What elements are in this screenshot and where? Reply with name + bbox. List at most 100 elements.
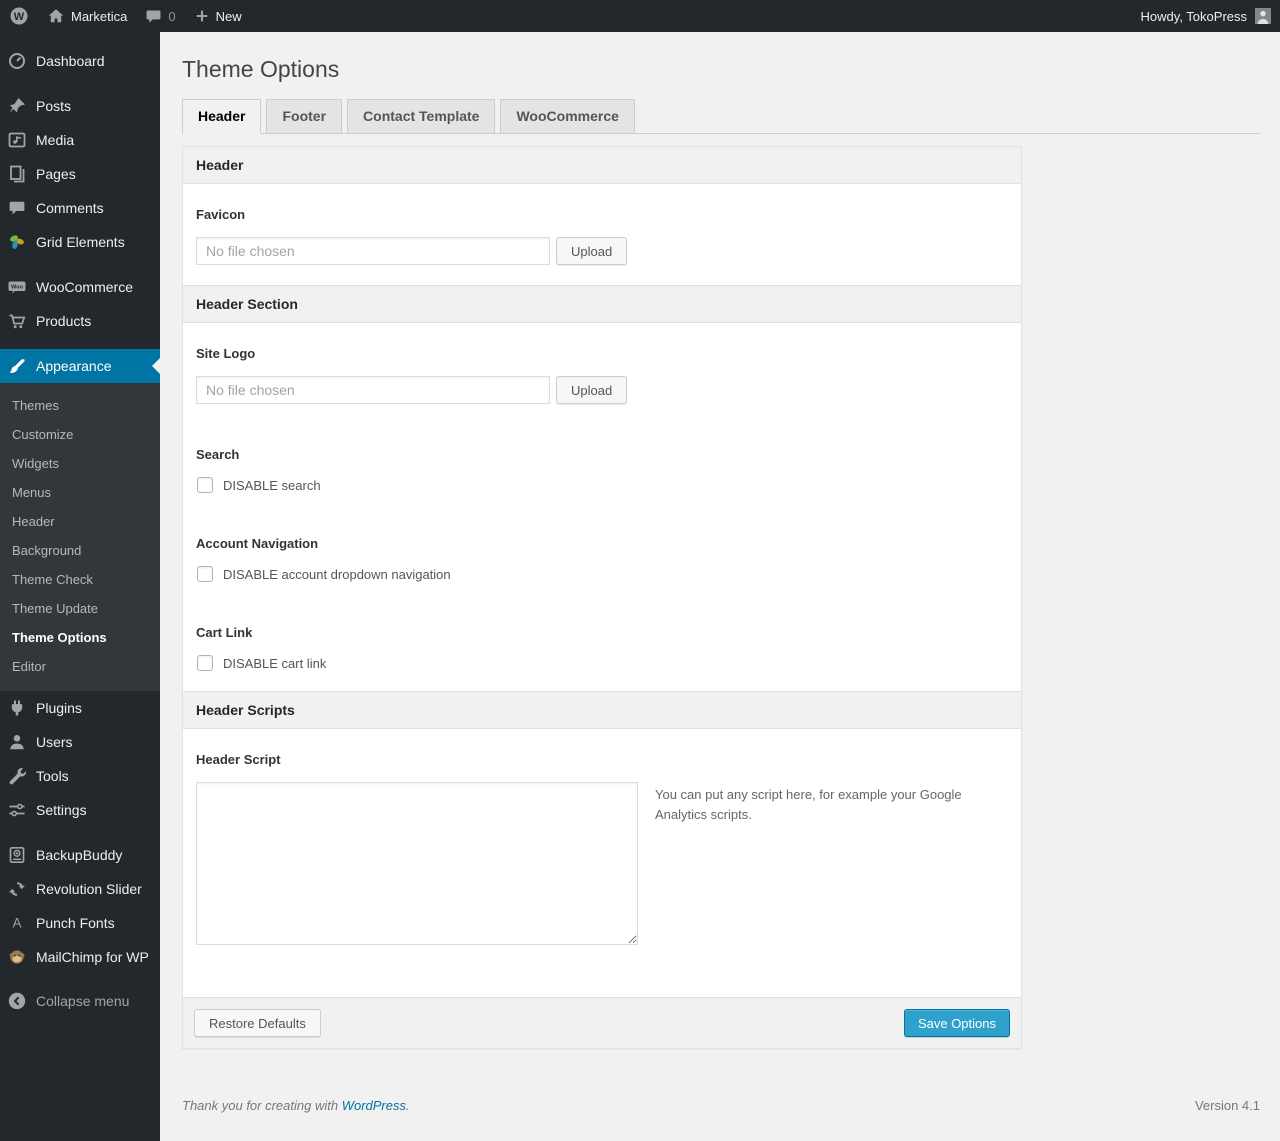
- disable-cart-link-checkbox[interactable]: [197, 655, 213, 671]
- submenu-item-background[interactable]: Background: [0, 536, 160, 565]
- plus-icon: [194, 8, 210, 24]
- restore-defaults-button[interactable]: Restore Defaults: [194, 1009, 321, 1037]
- sidebar-item-tools[interactable]: Tools: [0, 759, 160, 793]
- submenu-item-widgets[interactable]: Widgets: [0, 449, 160, 478]
- site-logo-field: Site Logo Upload: [183, 323, 1021, 424]
- tab-contact-template[interactable]: Contact Template: [347, 99, 496, 134]
- svg-text:W: W: [14, 11, 25, 23]
- comment-bubble-icon: [145, 8, 162, 25]
- sidebar-item-settings[interactable]: Settings: [0, 793, 160, 827]
- disable-cart-link-label: DISABLE cart link: [223, 655, 327, 671]
- submenu-item-theme-options[interactable]: Theme Options: [0, 623, 160, 652]
- main-content: Theme Options Header Footer Contact Temp…: [160, 32, 1280, 1141]
- wp-footer: Thank you for creating with WordPress. V…: [182, 1098, 1260, 1113]
- disable-account-navigation-checkbox[interactable]: [197, 566, 213, 582]
- mailchimp-monkey-icon: [7, 947, 27, 967]
- submenu-item-theme-update[interactable]: Theme Update: [0, 594, 160, 623]
- circular-arrows-icon: [7, 879, 27, 899]
- section-header: Header: [183, 147, 1021, 184]
- svg-text:Woo: Woo: [11, 285, 24, 291]
- pushpin-icon: [7, 96, 27, 116]
- theme-options-panel: Header Favicon Upload Header Section Sit…: [182, 146, 1022, 1049]
- sidebar-item-punch-fonts[interactable]: A Punch Fonts: [0, 906, 160, 940]
- cart-icon: [7, 311, 27, 331]
- submenu-item-theme-check[interactable]: Theme Check: [0, 565, 160, 594]
- sliders-icon: [7, 800, 27, 820]
- backupbuddy-icon: [7, 845, 27, 865]
- collapse-menu-button[interactable]: Collapse menu: [0, 984, 160, 1018]
- howdy-text: Howdy, TokoPress: [1140, 8, 1247, 24]
- sidebar-item-woocommerce[interactable]: Woo WooCommerce: [0, 270, 160, 304]
- footer-version: Version 4.1: [1194, 1098, 1260, 1113]
- sidebar-item-pages[interactable]: Pages: [0, 157, 160, 191]
- submenu-item-themes[interactable]: Themes: [0, 391, 160, 420]
- sidebar-item-comments[interactable]: Comments: [0, 191, 160, 225]
- new-content-menu[interactable]: New: [185, 0, 251, 32]
- site-logo-label: Site Logo: [196, 346, 256, 361]
- sidebar-item-plugins[interactable]: Plugins: [0, 691, 160, 725]
- sidebar-item-grid-elements[interactable]: Grid Elements: [0, 225, 160, 259]
- site-logo-file-input[interactable]: [196, 376, 550, 404]
- dashboard-icon: [7, 51, 27, 71]
- paintbrush-icon: [7, 356, 27, 376]
- appearance-submenu: Themes Customize Widgets Menus Header Ba…: [0, 383, 160, 691]
- header-script-field: Header Script You can put any script her…: [183, 729, 1021, 997]
- sidebar-item-posts[interactable]: Posts: [0, 89, 160, 123]
- sidebar-item-revolution-slider[interactable]: Revolution Slider: [0, 872, 160, 906]
- disable-account-navigation-label: DISABLE account dropdown navigation: [223, 566, 451, 582]
- favicon-file-input[interactable]: [196, 237, 550, 265]
- submenu-item-customize[interactable]: Customize: [0, 420, 160, 449]
- my-account-menu[interactable]: Howdy, TokoPress: [1141, 8, 1280, 24]
- sidebar-item-users[interactable]: Users: [0, 725, 160, 759]
- section-header-section: Header Section: [183, 285, 1021, 323]
- sidebar-item-appearance[interactable]: Appearance: [0, 349, 160, 383]
- menu-separator: [0, 259, 160, 270]
- section-header-scripts: Header Scripts: [183, 691, 1021, 729]
- submenu-item-menus[interactable]: Menus: [0, 478, 160, 507]
- disable-search-label: DISABLE search: [223, 477, 321, 493]
- tab-bar: Header Footer Contact Template WooCommer…: [182, 99, 1260, 134]
- sidebar-item-products[interactable]: Products: [0, 304, 160, 338]
- cart-link-label: Cart Link: [196, 625, 253, 640]
- header-script-textarea[interactable]: [196, 782, 638, 945]
- woocommerce-badge-icon: Woo: [7, 277, 27, 297]
- header-script-label: Header Script: [196, 752, 281, 767]
- sidebar-item-backupbuddy[interactable]: BackupBuddy: [0, 838, 160, 872]
- site-logo-upload-button[interactable]: Upload: [556, 376, 628, 404]
- tab-header[interactable]: Header: [182, 99, 262, 134]
- collapse-arrow-icon: [7, 991, 27, 1011]
- search-field: Search DISABLE search: [183, 424, 1021, 513]
- sidebar-item-mailchimp[interactable]: MailChimp for WP: [0, 940, 160, 974]
- wordpress-link[interactable]: WordPress: [342, 1098, 406, 1113]
- plugin-icon: [7, 698, 27, 718]
- search-label: Search: [196, 447, 240, 462]
- tab-footer[interactable]: Footer: [266, 99, 343, 134]
- submenu-item-editor[interactable]: Editor: [0, 652, 160, 681]
- disable-search-checkbox[interactable]: [197, 477, 213, 493]
- tab-woocommerce[interactable]: WooCommerce: [500, 99, 635, 134]
- submenu-item-header[interactable]: Header: [0, 507, 160, 536]
- menu-separator: [0, 338, 160, 349]
- sidebar-item-dashboard[interactable]: Dashboard: [0, 44, 160, 78]
- admin-bar: W Marketica 0 New Howdy, TokoPress: [0, 0, 1280, 32]
- favicon-label: Favicon: [196, 207, 246, 222]
- media-icon: [7, 130, 27, 150]
- comment-count: 0: [168, 8, 176, 24]
- new-label: New: [215, 8, 242, 24]
- save-options-button[interactable]: Save Options: [903, 1009, 1010, 1037]
- user-icon: [7, 732, 27, 752]
- menu-separator: [0, 827, 160, 838]
- site-name-menu[interactable]: Marketica: [38, 0, 136, 32]
- grid-elements-icon: [7, 232, 27, 252]
- sidebar-item-media[interactable]: Media: [0, 123, 160, 157]
- account-navigation-field: Account Navigation DISABLE account dropd…: [183, 513, 1021, 602]
- wp-logo-menu[interactable]: W: [0, 0, 38, 32]
- avatar: [1255, 8, 1271, 24]
- wrench-icon: [7, 766, 27, 786]
- comments-menu[interactable]: 0: [136, 0, 184, 32]
- site-name: Marketica: [71, 8, 128, 24]
- favicon-field: Favicon Upload: [183, 184, 1021, 285]
- admin-bar-left: W Marketica 0 New: [0, 0, 251, 32]
- menu-separator: [0, 78, 160, 89]
- favicon-upload-button[interactable]: Upload: [556, 237, 628, 265]
